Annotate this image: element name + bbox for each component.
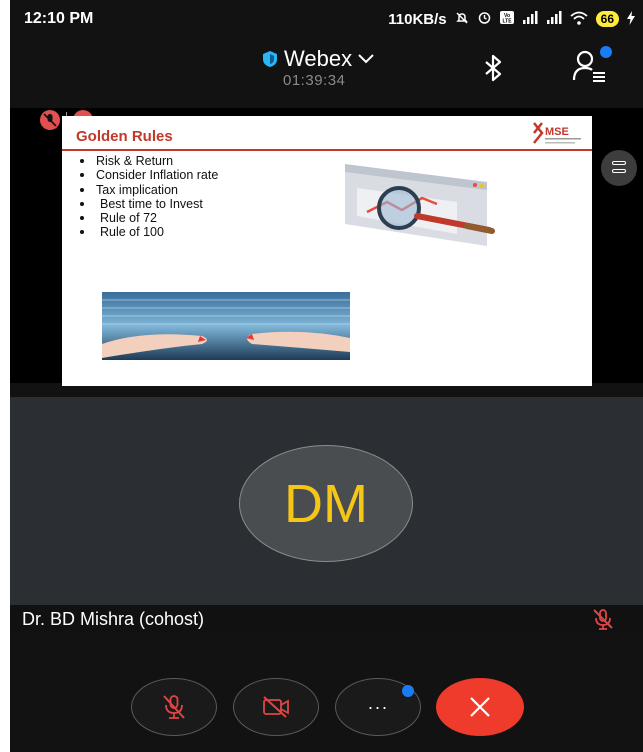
signal-icon	[546, 11, 562, 27]
mic-muted-icon[interactable]	[40, 110, 60, 130]
bullet-item: Tax implication	[76, 183, 218, 197]
bullet-item: Risk & Return	[76, 154, 218, 168]
keyboard-hands-photo	[102, 292, 350, 360]
end-call-icon	[470, 697, 490, 717]
status-indicators: 110KB/s Vo LTE 66	[388, 10, 635, 28]
layout-icon	[612, 161, 626, 165]
bluetooth-button[interactable]	[478, 52, 508, 84]
slide-divider	[62, 149, 592, 151]
status-bar: 12:10 PM 110KB/s Vo LTE 66	[10, 0, 643, 38]
bullet-list: Risk & Return Consider Inflation rate Ta…	[76, 154, 218, 240]
slide-title: Golden Rules	[76, 128, 173, 145]
presentation-slide: Golden Rules MSE Risk & Return Consider …	[62, 116, 592, 386]
more-options-button[interactable]: ···	[335, 678, 421, 736]
layout-icon	[612, 169, 626, 173]
svg-text:LTE: LTE	[502, 19, 512, 25]
phone-screen: 12:10 PM 110KB/s Vo LTE 66 Webex 01:39:3…	[10, 0, 643, 752]
bluetooth-icon	[485, 54, 502, 82]
video-off-icon	[263, 696, 289, 718]
magnifier-illustration	[337, 158, 502, 246]
participant-name: Dr. BD Mishra (cohost)	[22, 609, 205, 629]
more-icon: ···	[367, 696, 389, 717]
app-title: Webex	[284, 46, 353, 71]
alarm-icon	[477, 10, 492, 28]
meeting-header: Webex 01:39:34	[10, 38, 643, 108]
participant-name-bar: Dr. BD Mishra (cohost)	[10, 605, 643, 633]
chevron-down-icon	[358, 54, 374, 64]
notification-dot	[402, 685, 414, 697]
shield-icon	[263, 51, 277, 67]
layout-toggle-button[interactable]	[601, 150, 637, 186]
network-speed: 110KB/s	[388, 10, 447, 28]
meeting-controls: ···	[10, 674, 643, 740]
bullet-item: Best time to Invest	[76, 197, 218, 211]
charging-icon	[627, 10, 635, 28]
wifi-icon	[570, 11, 588, 28]
battery-icon: 66	[595, 11, 619, 27]
notification-dot	[600, 46, 612, 58]
shared-content-area[interactable]: Golden Rules MSE Risk & Return Consider …	[10, 108, 643, 386]
bullet-item: Consider Inflation rate	[76, 168, 218, 182]
meeting-title-selector[interactable]: Webex	[262, 46, 374, 72]
volte-icon: Vo LTE	[499, 11, 514, 27]
xmse-logo: MSE	[532, 120, 584, 148]
mute-button[interactable]	[131, 678, 217, 736]
signal-icon	[522, 11, 538, 27]
mic-muted-icon	[591, 607, 615, 631]
bullet-item: Rule of 72	[76, 211, 218, 225]
meeting-timer: 01:39:34	[283, 72, 346, 89]
participant-video-tile[interactable]: DM	[10, 397, 643, 605]
mute-notification-icon	[455, 11, 469, 28]
status-time: 12:10 PM	[24, 10, 94, 27]
mic-muted-icon	[163, 695, 185, 719]
svg-text:MSE: MSE	[545, 126, 569, 138]
end-call-button[interactable]	[436, 678, 524, 736]
avatar: DM	[239, 445, 413, 562]
participants-button[interactable]	[572, 46, 612, 84]
bullet-item: Rule of 100	[76, 225, 218, 239]
video-toggle-button[interactable]	[233, 678, 319, 736]
